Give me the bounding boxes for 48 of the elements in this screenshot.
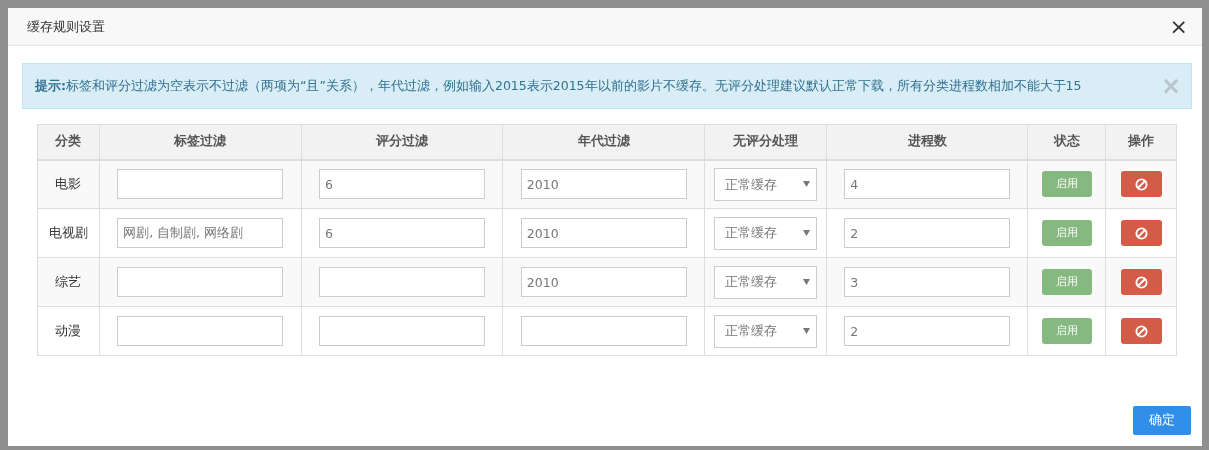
ban-icon <box>1134 226 1148 240</box>
select-dropdown[interactable]: 正常缓存 <box>714 216 818 250</box>
category-cell: 综艺 <box>37 257 100 307</box>
caret-icon <box>803 328 811 334</box>
column-header: 无评分处理 <box>704 124 827 160</box>
column-header: 标签过滤 <box>99 124 302 160</box>
column-header: 状态 <box>1027 124 1106 160</box>
input-field[interactable]: 3 <box>844 267 1011 297</box>
input-field[interactable]: 2 <box>844 218 1011 248</box>
category-cell: 动漫 <box>37 306 100 356</box>
select-dropdown[interactable]: 正常缓存 <box>714 314 818 348</box>
column-header: 年代过滤 <box>502 124 705 160</box>
input-field[interactable] <box>319 316 485 346</box>
input-field[interactable] <box>117 169 284 200</box>
input-field[interactable]: 4 <box>844 169 1011 200</box>
ban-icon <box>1134 324 1148 338</box>
ban-icon <box>1134 177 1148 191</box>
category-cell: 电视剧 <box>37 208 100 258</box>
disable-button[interactable] <box>1120 220 1162 246</box>
ban-icon <box>1134 275 1148 289</box>
column-header: 分类 <box>37 124 100 160</box>
input-field[interactable]: 2010 <box>520 267 687 297</box>
caret-icon <box>803 230 811 236</box>
input-field[interactable] <box>520 316 687 346</box>
confirm-button[interactable]: 确定 <box>1133 406 1191 435</box>
caret-icon <box>803 279 811 285</box>
column-header: 进程数 <box>826 124 1028 160</box>
select-dropdown[interactable]: 正常缓存 <box>714 167 818 201</box>
input-field[interactable] <box>319 267 485 297</box>
input-field[interactable]: 2 <box>844 316 1011 346</box>
input-field[interactable] <box>117 267 284 297</box>
alert-message: 提示:标签和评分过滤为空表示不过滤（两项为“且”关系），年代过滤，例如输入2015表示2015年以前的影片不缓存。无评分处理建议默认正常下载，所有分类进程数相加不能大于15 <box>35 76 1082 95</box>
input-field[interactable]: 2010 <box>520 169 687 200</box>
column-header: 操作 <box>1105 124 1177 160</box>
caret-icon <box>803 181 811 188</box>
input-field[interactable]: 2010 <box>520 218 687 248</box>
disable-button[interactable] <box>1120 269 1162 295</box>
close-button[interactable]: × <box>1167 15 1190 38</box>
input-field[interactable]: 网剧, 自制剧, 网络剧 <box>117 218 284 248</box>
input-field[interactable]: 6 <box>319 169 485 200</box>
category-cell: 电影 <box>37 159 100 209</box>
input-field[interactable]: 6 <box>319 218 485 248</box>
input-field[interactable] <box>117 316 284 346</box>
select-dropdown[interactable]: 正常缓存 <box>714 265 818 299</box>
dialog-title: 缓存规则设置 <box>27 17 105 36</box>
disable-button[interactable] <box>1120 318 1162 344</box>
disable-button[interactable] <box>1120 171 1162 198</box>
column-header: 评分过滤 <box>301 124 503 160</box>
